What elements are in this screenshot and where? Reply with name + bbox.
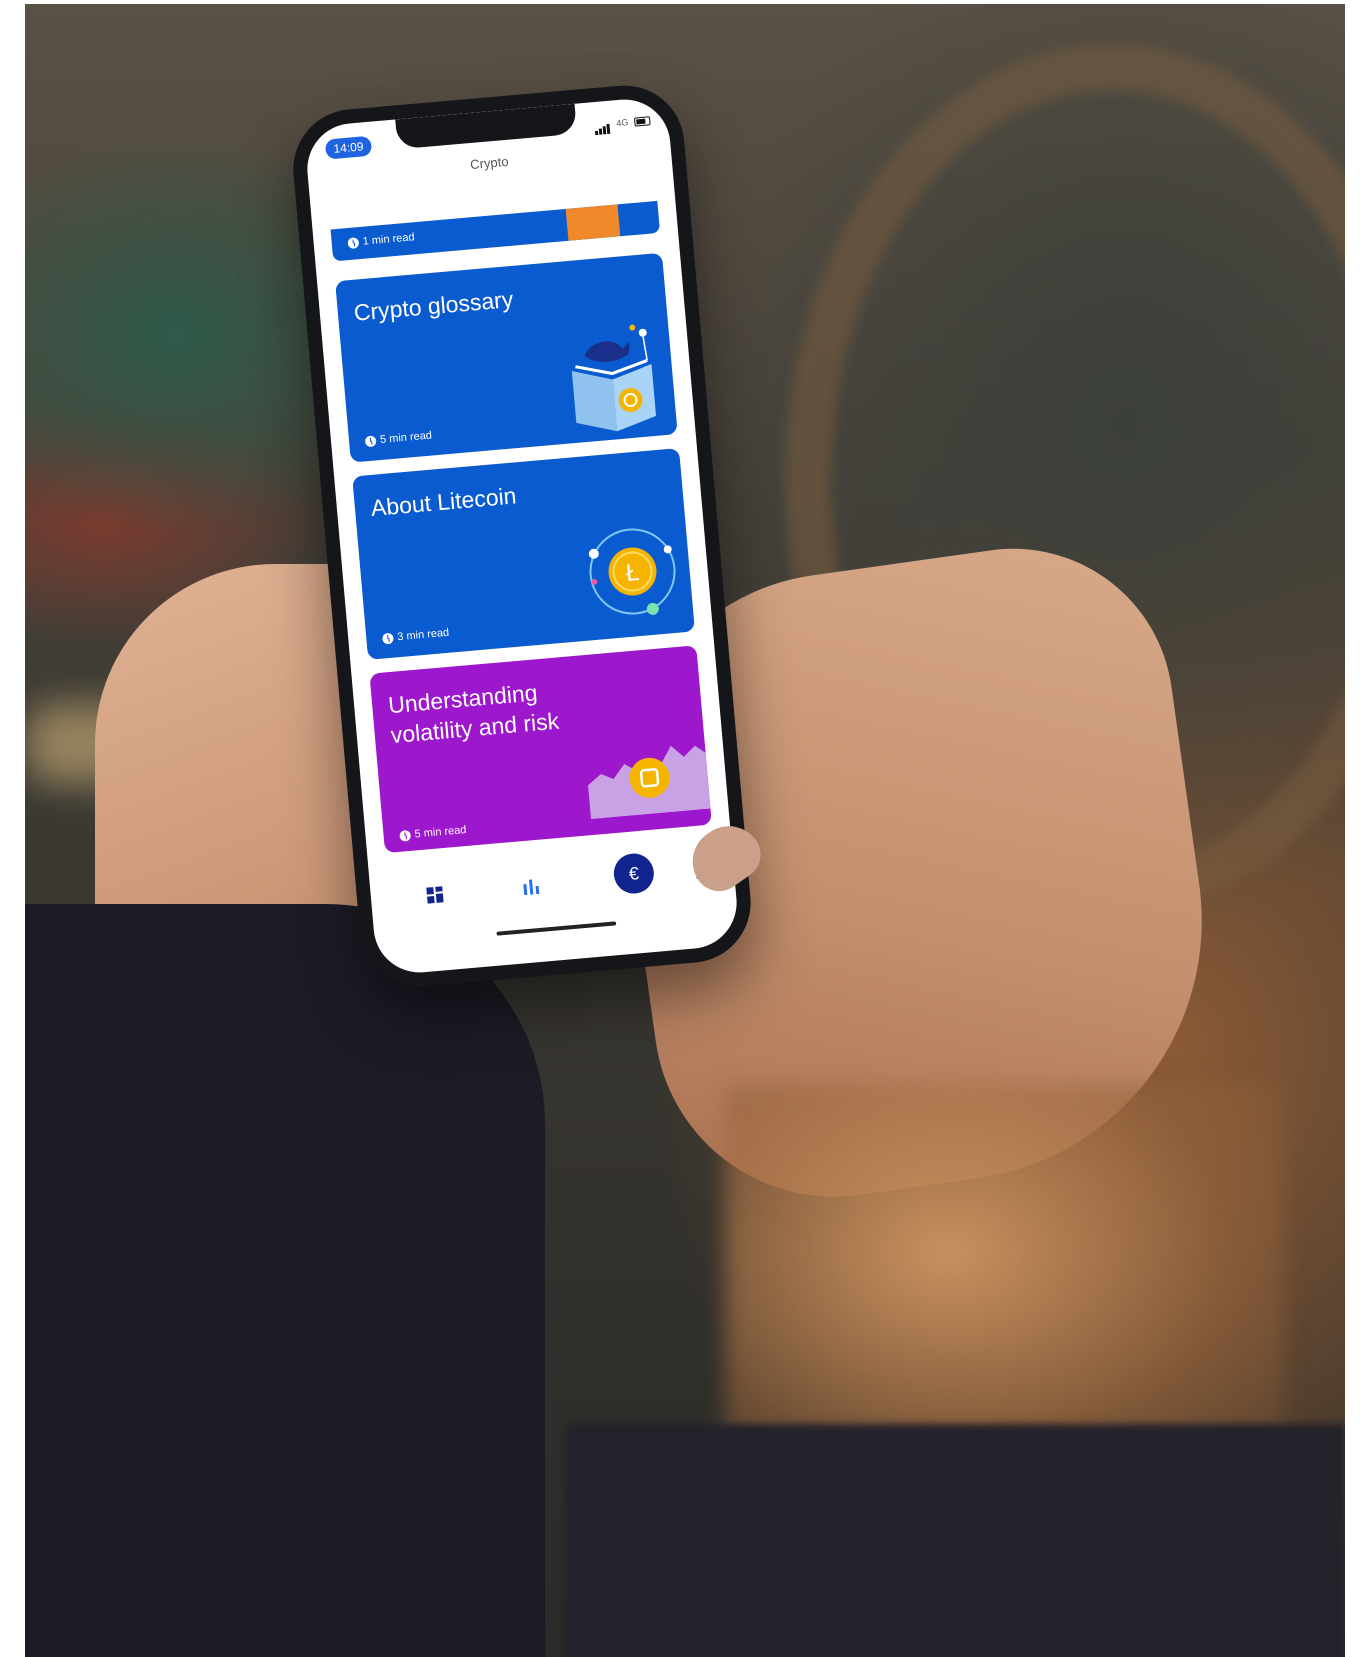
notch [395, 103, 578, 150]
svg-text:Ł: Ł [625, 559, 641, 587]
status-time: 14:09 [324, 135, 373, 160]
bottom-nav: € [369, 839, 737, 930]
nav-dashboard[interactable] [413, 873, 456, 916]
read-time: 3 min read [381, 626, 450, 645]
litecoin-icon: Ł [588, 528, 676, 615]
clock-icon [399, 829, 412, 842]
card-title: Understanding volatility and risk [387, 679, 561, 749]
status-icons: 4G [594, 113, 651, 135]
sleeve-right [565, 1424, 1345, 1657]
dashboard-icon [426, 886, 444, 904]
card-title: About Litecoin [369, 482, 518, 522]
article-card-crypto-glossary[interactable]: Crypto glossary 5 min read [335, 252, 678, 463]
article-card[interactable]: 1 min read [330, 200, 661, 262]
card-illustration-fragment [565, 204, 621, 241]
read-time-label: 1 min read [362, 231, 416, 248]
signal-icon [594, 114, 612, 135]
clock-icon [347, 236, 360, 249]
read-time: 5 min read [399, 824, 467, 842]
home-indicator [496, 921, 617, 936]
phone-screen: 14:09 4G Crypto 1 min read Crypto glossa… [303, 95, 741, 977]
read-time: 5 min read [364, 429, 433, 447]
nav-activity[interactable] [509, 865, 552, 908]
bar-chart-icon [523, 879, 540, 896]
book-icon [571, 324, 657, 432]
read-time: 1 min read [347, 231, 415, 249]
network-type: 4G [615, 117, 629, 129]
article-card-about-litecoin[interactable]: About Litecoin Ł 3 min read [352, 447, 695, 660]
clock-icon [381, 632, 394, 645]
read-time-label: 5 min read [379, 429, 433, 446]
card-title: Crypto glossary [352, 285, 515, 326]
clock-icon [364, 434, 377, 447]
sleeve [25, 904, 545, 1657]
euro-icon[interactable]: € [612, 851, 656, 896]
read-time-label: 5 min read [414, 823, 467, 841]
phone: 14:09 4G Crypto 1 min read Crypto glossa… [288, 80, 756, 992]
chart-coin-icon [587, 745, 711, 820]
article-card-volatility-risk[interactable]: Understanding volatility and risk 5 min … [369, 645, 712, 854]
read-time-label: 3 min read [396, 626, 450, 644]
battery-icon [633, 115, 651, 127]
